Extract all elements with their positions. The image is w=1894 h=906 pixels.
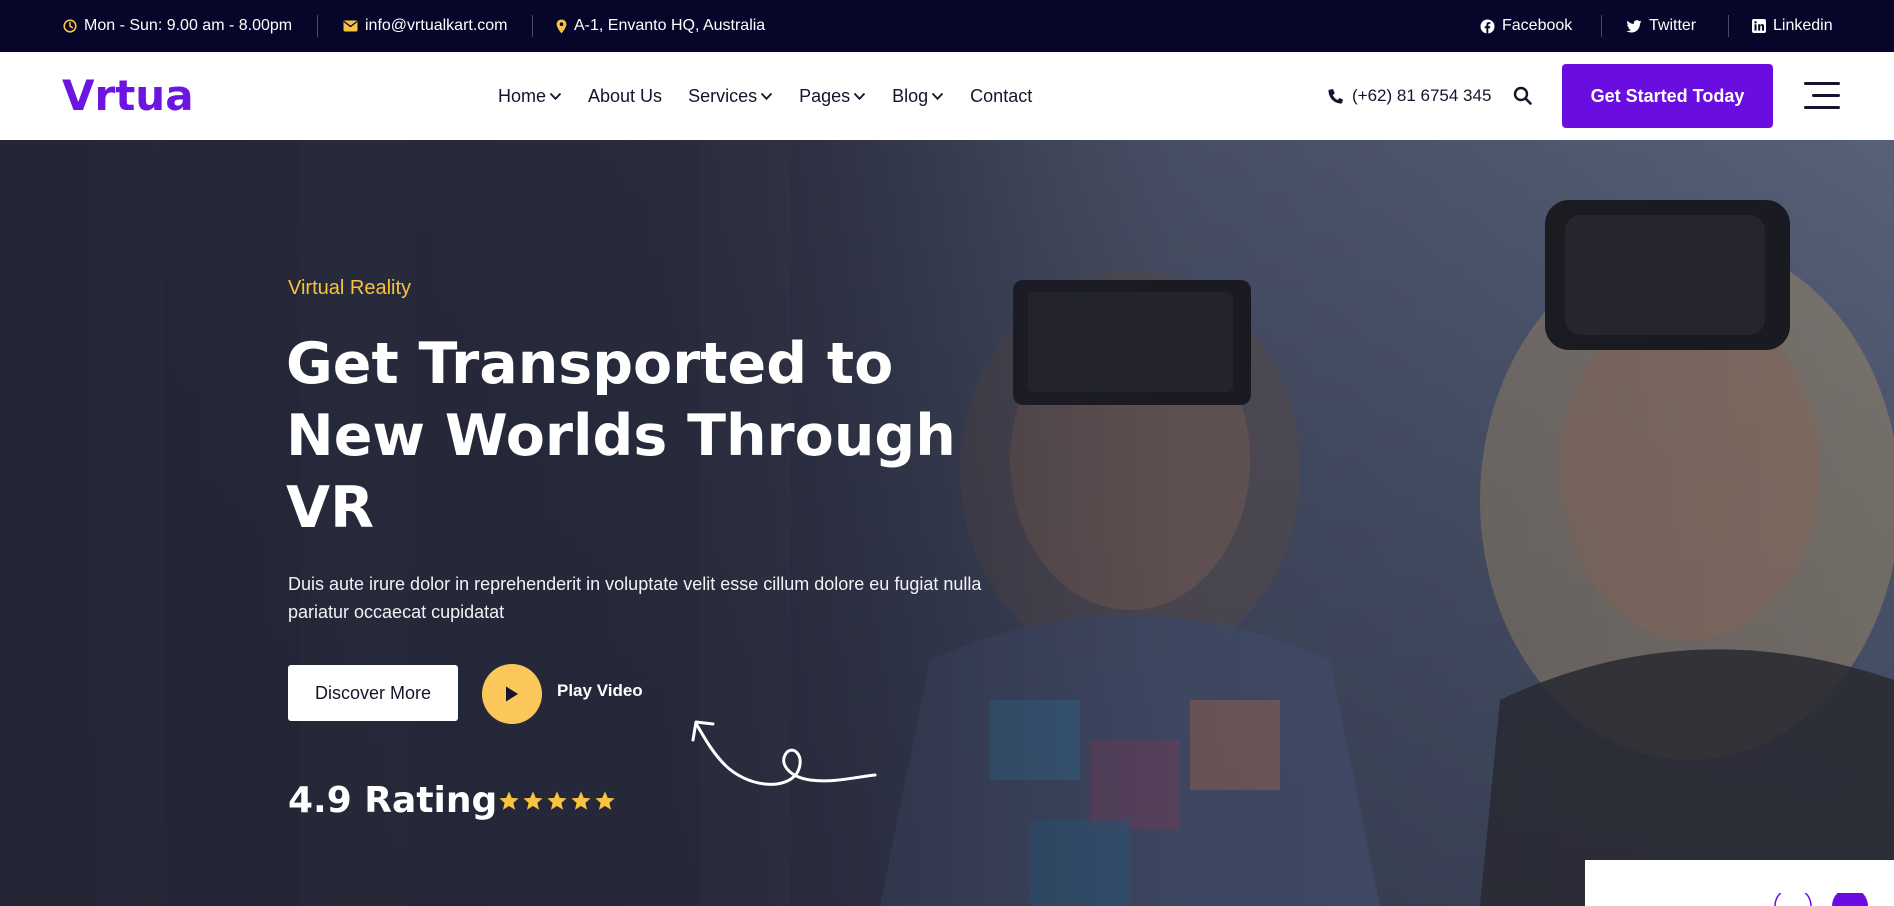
divider: [1728, 15, 1729, 37]
chevron-down-icon: [932, 92, 944, 100]
chevron-down-icon: [760, 92, 773, 100]
main-header: Vrtua Home About Us Services Pages Blog …: [0, 52, 1894, 140]
menu-line: [1804, 82, 1840, 85]
nav-label: Contact: [970, 85, 1033, 106]
search-icon: [1513, 86, 1532, 105]
clock-icon: [63, 19, 77, 33]
nav-label: Pages: [799, 85, 851, 106]
linkedin-link[interactable]: Linkedin: [1752, 0, 1833, 52]
nav-item-home[interactable]: Home: [498, 86, 562, 107]
search-button[interactable]: [1512, 85, 1534, 107]
hero-section: Virtual Reality Get Transported to New W…: [0, 140, 1894, 906]
star-icon: [547, 791, 567, 810]
phone-icon: [1328, 89, 1344, 104]
menu-line: [1804, 106, 1840, 109]
linkedin-icon: [1752, 19, 1766, 33]
play-icon: [506, 686, 518, 702]
rating-stars: [498, 790, 616, 812]
hero-description: Duis aute irure dolor in reprehenderit i…: [288, 574, 982, 622]
nav-item-blog[interactable]: Blog: [892, 86, 944, 107]
play-video-label[interactable]: Play Video: [557, 681, 643, 701]
facebook-link[interactable]: Facebook: [1480, 0, 1572, 52]
opening-hours-text: Mon - Sun: 9.00 am - 8.00pm: [84, 17, 293, 34]
main-nav: Home About Us Services Pages Blog Contac…: [498, 52, 1058, 140]
map-pin-icon: [556, 19, 567, 33]
previous-slide-button[interactable]: [1773, 893, 1813, 906]
curly-arrow-icon: [691, 720, 877, 786]
twitter-icon: [1626, 19, 1642, 32]
twitter-label: Twitter: [1649, 17, 1697, 34]
linkedin-label: Linkedin: [1773, 17, 1833, 34]
star-icon: [499, 791, 519, 810]
nav-label: Services: [688, 85, 758, 106]
nav-label: Blog: [892, 85, 929, 106]
nav-item-services[interactable]: Services: [688, 86, 773, 107]
top-bar: Mon - Sun: 9.00 am - 8.00pm info@vrtualk…: [0, 0, 1894, 52]
twitter-link[interactable]: Twitter: [1626, 0, 1696, 52]
address-text: A-1, Envanto HQ, Australia: [574, 17, 766, 34]
nav-label: About Us: [588, 85, 663, 106]
hero-headline: Get Transported to New Worlds Through VR: [286, 331, 956, 541]
next-slide-button[interactable]: [1830, 893, 1870, 906]
envelope-icon: [343, 20, 358, 32]
divider: [1601, 15, 1602, 37]
email-text: info@vrtualkart.com: [365, 17, 508, 34]
slider-controls-card: [1585, 860, 1894, 906]
star-icon: [523, 791, 543, 810]
opening-hours: Mon - Sun: 9.00 am - 8.00pm: [63, 0, 292, 52]
phone-number: (+62) 81 6754 345: [1352, 86, 1492, 105]
phone-link[interactable]: (+62) 81 6754 345: [1328, 52, 1491, 140]
address: A-1, Envanto HQ, Australia: [556, 0, 765, 52]
rating-text: 4.9 Rating: [288, 780, 498, 821]
hamburger-menu-icon[interactable]: [1804, 82, 1840, 110]
discover-more-button[interactable]: Discover More: [288, 665, 458, 721]
divider: [317, 15, 318, 37]
play-video-button[interactable]: [482, 664, 542, 724]
nav-item-pages[interactable]: Pages: [799, 86, 866, 107]
divider: [532, 15, 533, 37]
facebook-icon: [1480, 19, 1495, 33]
hero-eyebrow: Virtual Reality: [288, 277, 412, 299]
chevron-down-icon: [549, 92, 562, 100]
get-started-button[interactable]: Get Started Today: [1562, 64, 1773, 128]
logo[interactable]: Vrtua: [62, 72, 194, 120]
chevron-down-icon: [853, 92, 866, 100]
nav-item-about-us[interactable]: About Us: [588, 86, 662, 107]
facebook-label: Facebook: [1502, 17, 1573, 34]
star-icon: [595, 791, 615, 810]
nav-label: Home: [498, 85, 547, 106]
menu-line: [1812, 94, 1840, 97]
nav-item-contact[interactable]: Contact: [970, 86, 1032, 107]
star-icon: [571, 791, 591, 810]
email-link[interactable]: info@vrtualkart.com: [343, 0, 508, 52]
